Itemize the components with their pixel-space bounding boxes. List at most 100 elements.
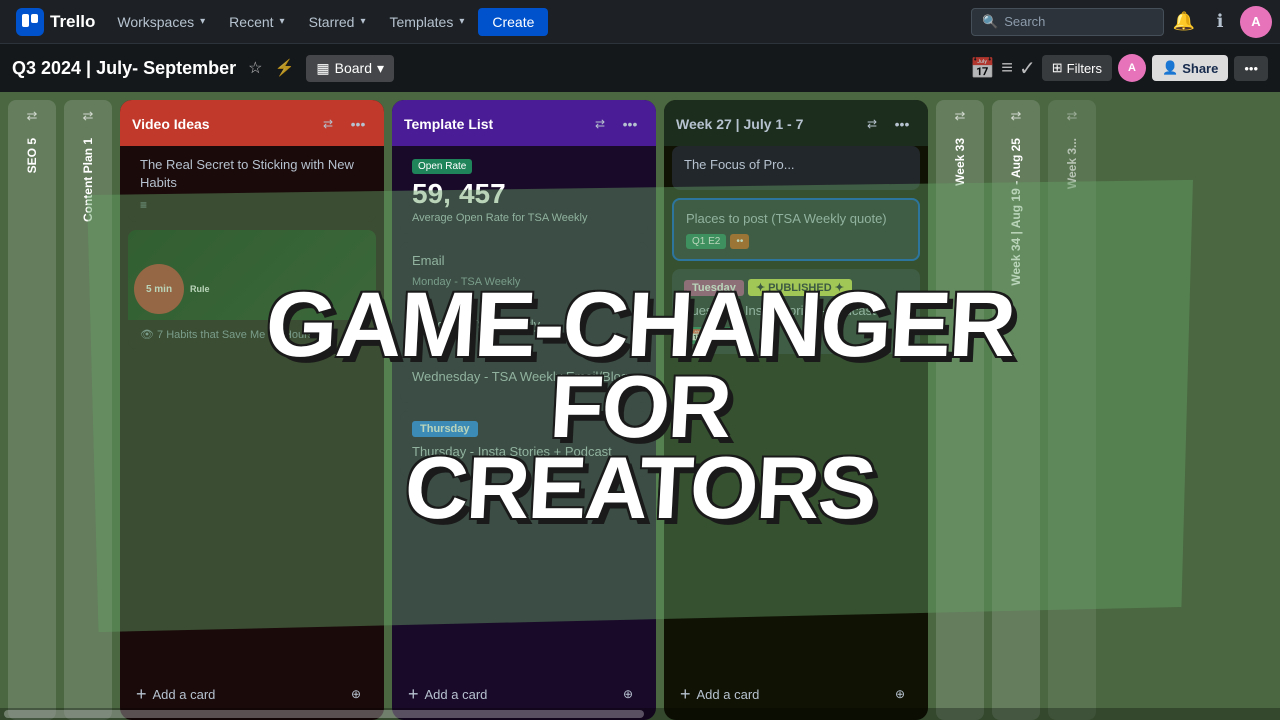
template-list-col-content: Open Rate 59, 457 Average Open Rate for … (392, 146, 656, 668)
calendar-icon[interactable]: 📅 (970, 56, 995, 81)
collapsed-col-seo[interactable]: ⇄ SEO 5 (8, 100, 56, 720)
template-list-col-title: Template List (404, 116, 586, 132)
template-menu-btn[interactable]: ••• (616, 110, 644, 138)
recent-chevron-icon: ▾ (280, 16, 285, 27)
video-ideas-col-title: Video Ideas (132, 116, 314, 132)
stats-sublabel: Average Open Rate for TSA Weekly (412, 212, 636, 224)
expand-icon-week33: ⇄ (955, 108, 966, 124)
search-icon: 🔍 (982, 14, 998, 30)
trello-logo[interactable]: Trello (8, 8, 103, 36)
expand-icon-seo: ⇄ (27, 108, 38, 124)
expand-icon-week35: ⇄ (1067, 108, 1078, 124)
template-list-column: Template List ⇄ ••• Open Rate 59, 457 Av… (392, 100, 656, 720)
recent-menu[interactable]: Recent ▾ (219, 8, 294, 36)
compose-icon-3: ⊕ (888, 682, 912, 706)
collapsed-col-content-plan[interactable]: ⇄ Content Plan 1 (64, 100, 112, 720)
templates-chevron-icon: ▾ (459, 16, 464, 27)
notifications-button[interactable]: 🔔 (1168, 6, 1200, 38)
board-body: ⇄ SEO 5 ⇄ Content Plan 1 Video Ideas ⇄ •… (0, 92, 1280, 720)
board-scrollbar[interactable] (0, 708, 1280, 720)
card-wednesday-title: Wednesday - TSA Weekly Email/Blog (412, 368, 636, 386)
topnav: Trello Workspaces ▾ Recent ▾ Starred ▾ T… (0, 0, 1280, 44)
starred-chevron-icon: ▾ (360, 16, 365, 27)
card-monday-title: Monday - TSA Weekly (412, 316, 636, 334)
user-avatar[interactable]: A (1240, 6, 1272, 38)
card-email[interactable]: Email Monday - TSA Weekly (400, 242, 648, 298)
week27-collapse-btn[interactable]: ⇄ (858, 110, 886, 138)
card-habits-title: The Real Secret to Sticking with New Hab… (140, 156, 364, 192)
thursday-badge: Thursday (412, 421, 478, 437)
board-header: Q3 2024 | July- September ☆ ⚡ ▦ Board ▾ … (0, 44, 1280, 92)
week27-add-card-btn[interactable]: + Add a card ⊕ (672, 676, 920, 712)
places-label-1: Q1 E2 (686, 234, 726, 249)
stats-numbers: 59, 457 (412, 178, 636, 210)
board-view-button[interactable]: ▦ Board ▾ (306, 55, 394, 82)
card-focus[interactable]: The Focus of Pro... (672, 146, 920, 190)
add-card-plus-icon: + (136, 684, 147, 705)
card-places[interactable]: Places to post (TSA Weekly quote) Q1 E2 … (672, 198, 920, 261)
card-places-title: Places to post (TSA Weekly quote) (686, 210, 906, 228)
filter-icon: ⊞ (1052, 60, 1063, 76)
add-card-plus-icon-3: + (680, 684, 691, 705)
week27-menu-btn[interactable]: ••• (888, 110, 916, 138)
week27-column: Week 27 | July 1 - 7 ⇄ ••• The Focus of … (664, 100, 928, 720)
calendar-small-icon: 📅 (690, 329, 704, 342)
collapsed-col-week34[interactable]: ⇄ Week 34 | Aug 19 - Aug 25 (992, 100, 1040, 720)
star-icon[interactable]: ☆ (244, 54, 266, 82)
compose-icon: ⊕ (344, 682, 368, 706)
workspaces-menu[interactable]: Workspaces ▾ (107, 8, 215, 36)
compose-icon-2: ⊕ (616, 682, 640, 706)
card-tuesday-title: Tuesday - Insta Stories - Podcast (684, 302, 908, 320)
published-badge: ✦ PUBLISHED ✦ (748, 279, 852, 296)
video-ideas-col-actions: ⇄ ••• (314, 110, 372, 138)
card-wednesday[interactable]: Wednesday - TSA Weekly Email/Blog (400, 358, 648, 402)
video-ideas-menu-btn[interactable]: ••• (344, 110, 372, 138)
table-icon[interactable]: ≡ (1001, 57, 1013, 80)
board-header-icons: ☆ ⚡ (244, 54, 298, 82)
card-stats[interactable]: Open Rate 59, 457 Average Open Rate for … (400, 146, 648, 234)
collapsed-col-week33[interactable]: ⇄ Week 33 (936, 100, 984, 720)
collapsed-col-week35[interactable]: ⇄ Week 3... (1048, 100, 1096, 720)
card-thumb-meta: 👁 7 Habits that Save Me 3+ Hours... (140, 328, 364, 341)
check-icon[interactable]: ✓ (1019, 56, 1036, 81)
date-badge: 📅 Jul 2 (684, 327, 736, 344)
week27-col-actions: ⇄ ••• (858, 110, 916, 138)
video-ideas-col-content: The Real Secret to Sticking with New Hab… (120, 146, 384, 668)
video-ideas-column: Video Ideas ⇄ ••• The Real Secret to Sti… (120, 100, 384, 720)
trello-icon-mark (16, 8, 44, 36)
trello-wordmark: Trello (50, 12, 95, 32)
add-card-plus-icon-2: + (408, 684, 419, 705)
template-add-card-btn[interactable]: + Add a card ⊕ (400, 676, 648, 712)
more-button[interactable]: ••• (1234, 56, 1268, 81)
starred-menu[interactable]: Starred ▾ (299, 8, 376, 36)
info-button[interactable]: ℹ (1204, 6, 1236, 38)
template-list-col-header: Template List ⇄ ••• (392, 100, 656, 146)
video-ideas-add-card-btn[interactable]: + Add a card ⊕ (128, 676, 376, 712)
card-tuesday-podcast[interactable]: Tuesday ✦ PUBLISHED ✦ Tuesday - Insta St… (672, 269, 920, 353)
open-rate-label: Open Rate (412, 159, 472, 174)
places-label-2: •• (730, 234, 749, 249)
video-ideas-collapse-btn[interactable]: ⇄ (314, 110, 342, 138)
seo-col-label: SEO 5 (25, 138, 39, 173)
card-email-title: Email (412, 252, 636, 270)
templates-menu[interactable]: Templates ▾ (380, 8, 475, 36)
card-habits-meta: ≡ (140, 198, 364, 212)
share-button[interactable]: 👤 Share (1152, 55, 1228, 81)
create-button[interactable]: Create (478, 8, 548, 36)
card-thursday-tag[interactable]: Thursday Thursday - Insta Stories + Podc… (400, 411, 648, 477)
card-habits[interactable]: The Real Secret to Sticking with New Hab… (128, 146, 376, 222)
week35-col-label: Week 3... (1065, 138, 1079, 189)
thumb-avatar: 5 min (134, 264, 184, 314)
card-monday[interactable]: Monday - TSA Weekly (400, 306, 648, 350)
filters-button[interactable]: ⊞ Filters (1042, 55, 1112, 81)
board-icon: ▦ (316, 60, 329, 77)
search-box[interactable]: 🔍 Search (971, 8, 1164, 36)
template-list-col-actions: ⇄ ••• (586, 110, 644, 138)
card-video-thumb[interactable]: 5 min Rule 👁 7 Habits that Save Me 3+ Ho… (128, 230, 376, 349)
week33-col-label: Week 33 (953, 138, 967, 186)
power-up-icon[interactable]: ⚡ (270, 54, 298, 82)
member-avatar[interactable]: A (1118, 54, 1146, 82)
view-chevron-icon: ▾ (377, 60, 384, 77)
template-collapse-btn[interactable]: ⇄ (586, 110, 614, 138)
week27-col-title: Week 27 | July 1 - 7 (676, 116, 858, 132)
